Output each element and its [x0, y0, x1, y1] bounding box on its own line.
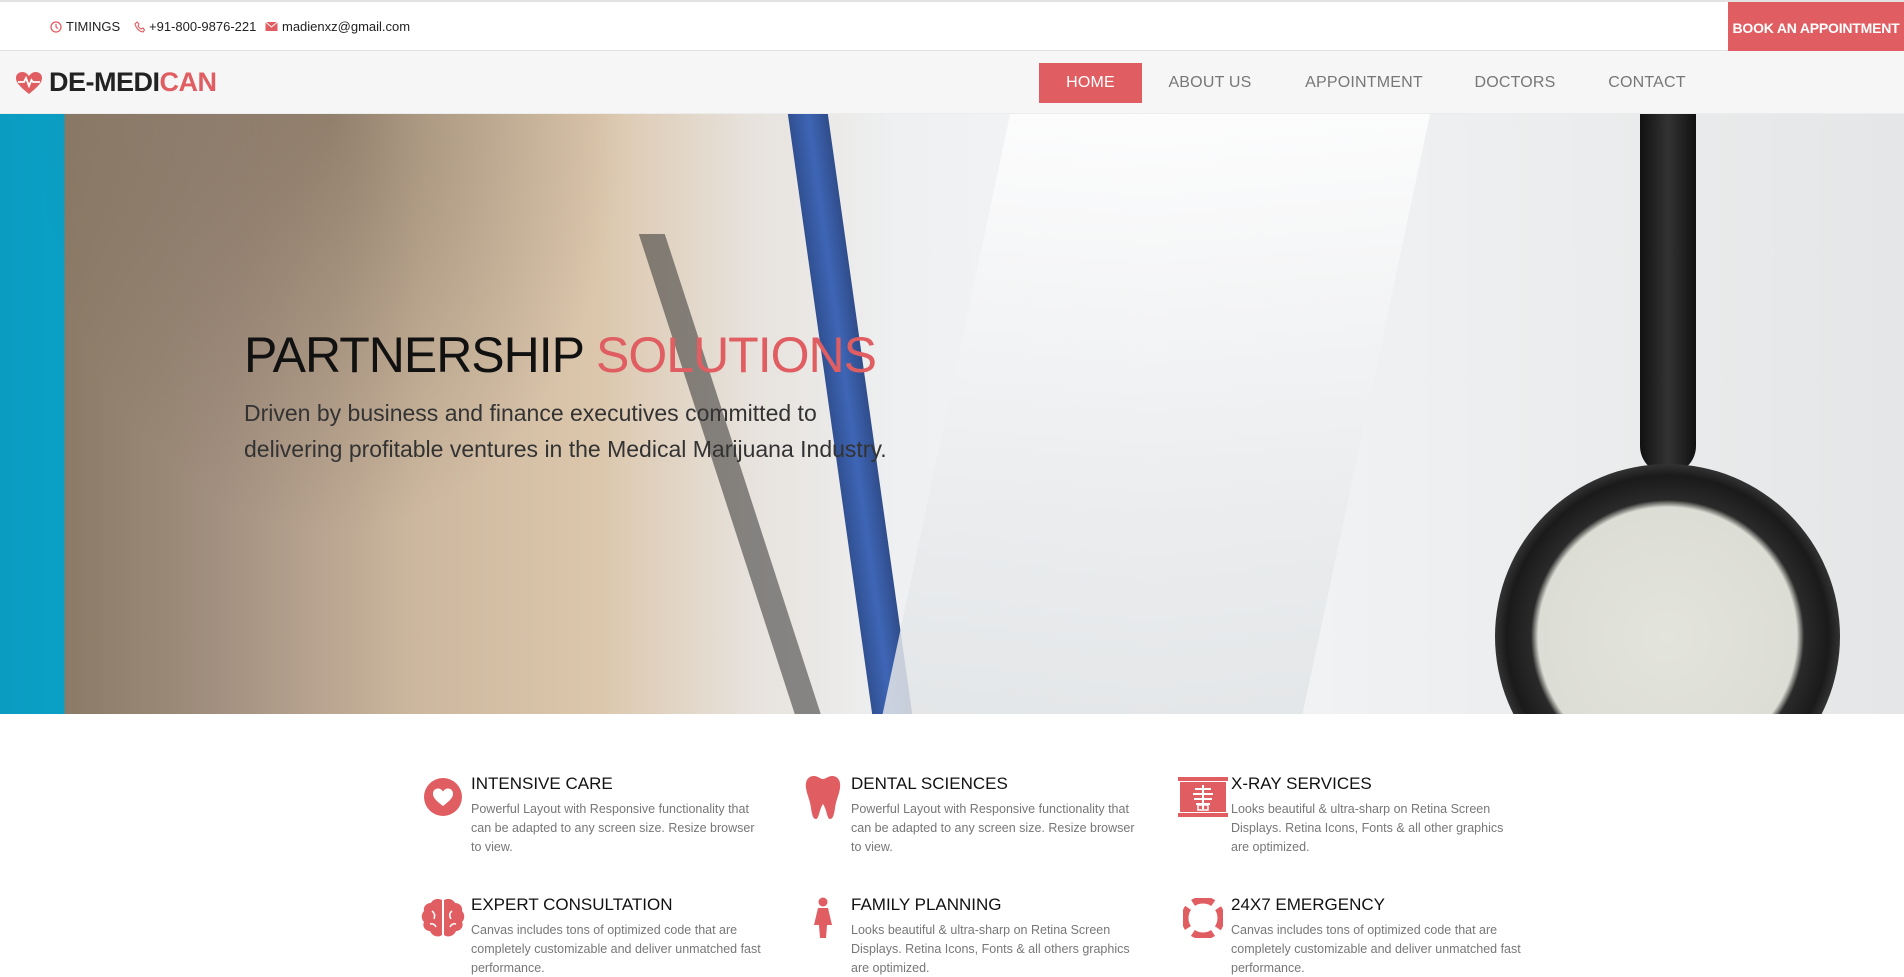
nav-appointment[interactable]: APPOINTMENT	[1298, 63, 1430, 103]
hero-title: PARTNERSHIP SOLUTIONS	[244, 326, 877, 384]
top-bar: TIMINGS +91-800-9876-221 madienxz@gmail.…	[0, 0, 1904, 53]
email-info[interactable]: madienxz@gmail.com	[265, 19, 410, 34]
clock-icon	[50, 20, 62, 33]
heartbeat-icon	[16, 71, 42, 94]
woman-icon	[798, 893, 848, 943]
service-desc: Powerful Layout with Responsive function…	[851, 802, 1135, 854]
logo-text-main: DE-MEDI	[49, 67, 160, 97]
nav-contact[interactable]: CONTACT	[1600, 63, 1694, 103]
nav-doctors[interactable]: DOCTORS	[1468, 63, 1562, 103]
nav-about-us[interactable]: ABOUT US	[1160, 63, 1260, 103]
hero-title-accent: SOLUTIONS	[596, 327, 877, 383]
heart-circle-icon	[418, 772, 468, 822]
service-title: FAMILY PLANNING	[851, 895, 1002, 914]
service-title: EXPERT CONSULTATION	[471, 895, 673, 914]
site-logo[interactable]: DE-MEDICAN	[15, 67, 217, 98]
envelope-icon	[265, 21, 278, 31]
service-desc: Canvas includes tons of optimized code t…	[471, 923, 761, 975]
logo-text-accent: CAN	[159, 67, 218, 97]
service-desc: Looks beautiful & ultra-sharp on Retina …	[851, 923, 1130, 975]
service-title: 24X7 EMERGENCY	[1231, 895, 1385, 914]
hero-bg-cord	[1640, 114, 1696, 474]
phone-number: +91-800-9876-221	[149, 19, 257, 34]
hero-title-main: PARTNERSHIP	[244, 327, 584, 383]
nav-home[interactable]: HOME	[1039, 63, 1142, 103]
xray-icon	[1178, 772, 1228, 822]
timings-label: TIMINGS	[66, 19, 121, 34]
phone-info[interactable]: +91-800-9876-221	[134, 19, 256, 34]
email-address: madienxz@gmail.com	[282, 19, 411, 34]
service-title: INTENSIVE CARE	[471, 774, 613, 793]
service-desc: Powerful Layout with Responsive function…	[471, 802, 755, 854]
service-desc: Looks beautiful & ultra-sharp on Retina …	[1231, 802, 1504, 854]
service-desc: Canvas includes tons of optimized code t…	[1231, 923, 1521, 975]
tooth-icon	[798, 772, 848, 822]
brain-icon	[418, 893, 468, 943]
book-appointment-button[interactable]: BOOK AN APPOINTMENT	[1728, 2, 1904, 53]
phone-icon	[134, 20, 145, 33]
hero-slider: PARTNERSHIP SOLUTIONS Driven by business…	[0, 114, 1904, 714]
main-navbar: DE-MEDICAN HOME ABOUT US APPOINTMENT DOC…	[0, 51, 1904, 114]
hero-subtitle: Driven by business and finance executive…	[244, 400, 887, 462]
logo-text: DE-MEDICAN	[49, 67, 217, 98]
lifebuoy-icon	[1178, 893, 1228, 943]
timings-info[interactable]: TIMINGS	[50, 19, 120, 34]
service-title: DENTAL SCIENCES	[851, 774, 1008, 793]
service-title: X-RAY SERVICES	[1231, 774, 1372, 793]
